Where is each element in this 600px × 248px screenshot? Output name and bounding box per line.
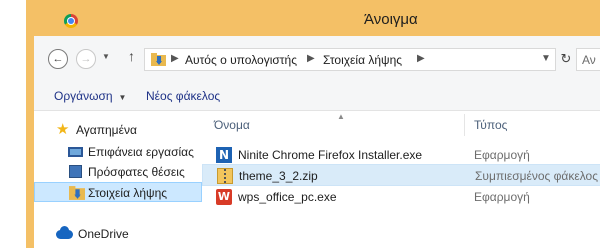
file-name: theme_3_2.zip	[239, 169, 318, 183]
sidebar-item-label: Πρόσφατες θέσεις	[88, 165, 185, 179]
file-list: ▲ Όνομα Τύπος N Ninite Chrome Firefox In…	[202, 112, 600, 248]
new-folder-button[interactable]: Νέος φάκελος	[146, 89, 220, 103]
breadcrumb-separator-icon: ▶	[171, 53, 179, 64]
desktop-icon	[68, 147, 83, 157]
sidebar-item-label: Αγαπημένα	[76, 123, 137, 137]
up-arrow-icon: ↑	[128, 48, 135, 64]
column-divider[interactable]	[464, 114, 465, 136]
sort-ascending-icon: ▲	[337, 112, 345, 121]
forward-button[interactable]: →	[76, 49, 96, 69]
onedrive-icon	[56, 226, 73, 239]
breadcrumb-separator-icon[interactable]: ▶	[417, 53, 425, 64]
navigation-bar: ← → ▼ ↑ ▶ Αυτός ο υπολογιστής ▶ Στοιχεία…	[34, 36, 600, 81]
file-row[interactable]: W wps_office_pc.exe Εφαρμογή	[202, 186, 600, 208]
search-input[interactable]: Αν	[576, 48, 600, 71]
file-type: Εφαρμογή	[474, 190, 530, 204]
breadcrumb-this-pc[interactable]: Αυτός ο υπολογιστής	[185, 53, 297, 67]
sidebar-item-label: Επιφάνεια εργασίας	[88, 145, 194, 159]
address-bar[interactable]: ▶ Αυτός ο υπολογιστής ▶ Στοιχεία λήψης ▶…	[144, 48, 556, 71]
sidebar-item-desktop[interactable]: Επιφάνεια εργασίας	[34, 142, 202, 162]
sidebar-item-recent-places[interactable]: Πρόσφατες θέσεις	[34, 162, 202, 182]
refresh-button[interactable]: ↻	[558, 48, 574, 71]
breadcrumb-downloads[interactable]: Στοιχεία λήψης	[323, 53, 402, 67]
refresh-icon: ↻	[560, 51, 572, 66]
sidebar-item-downloads[interactable]: Στοιχεία λήψης	[34, 182, 202, 202]
star-icon: ★	[56, 121, 70, 138]
downloads-folder-icon	[69, 186, 85, 200]
file-row[interactable]: N Ninite Chrome Firefox Installer.exe Εφ…	[202, 144, 600, 166]
command-bar: Οργάνωση ▼ Νέος φάκελος	[34, 81, 600, 111]
open-dialog: Άνοιγμα ← → ▼ ↑ ▶ Αυτός ο υπολογιστής ▶ …	[0, 0, 600, 248]
address-dropdown-icon[interactable]: ▼	[539, 53, 553, 64]
column-header-name[interactable]: Όνομα	[214, 118, 250, 132]
wps-icon: W	[216, 189, 232, 205]
chevron-down-icon: ▼	[102, 52, 110, 61]
chrome-icon	[64, 14, 78, 28]
forward-arrow-icon: →	[80, 53, 92, 65]
ninite-icon: N	[216, 147, 232, 163]
back-button[interactable]: ←	[48, 49, 68, 69]
search-placeholder: Αν	[582, 53, 596, 67]
sidebar-item-onedrive[interactable]: OneDrive	[34, 224, 202, 244]
window-frame	[26, 36, 34, 248]
downloads-folder-icon	[151, 53, 166, 66]
column-header-type[interactable]: Τύπος	[474, 118, 507, 132]
organize-button[interactable]: Οργάνωση ▼	[54, 89, 126, 103]
file-type: Συμπιεσμένος φάκελος	[475, 169, 598, 183]
file-name: wps_office_pc.exe	[238, 190, 337, 204]
dialog-content: ← → ▼ ↑ ▶ Αυτός ο υπολογιστής ▶ Στοιχεία…	[34, 36, 600, 248]
file-name: Ninite Chrome Firefox Installer.exe	[238, 148, 423, 162]
file-type: Εφαρμογή	[474, 148, 530, 162]
zip-folder-icon	[217, 168, 233, 184]
file-row[interactable]: theme_3_2.zip Συμπιεσμένος φάκελος	[202, 164, 600, 186]
sidebar-item-favorites[interactable]: ★ Αγαπημένα	[34, 120, 202, 140]
organize-label: Οργάνωση	[54, 89, 113, 103]
back-arrow-icon: ←	[52, 53, 64, 65]
navigation-pane: ★ Αγαπημένα Επιφάνεια εργασίας Πρόσφατες…	[34, 112, 202, 248]
sidebar-item-label: OneDrive	[78, 227, 129, 241]
up-button[interactable]: ↑	[128, 48, 135, 64]
breadcrumb-separator-icon[interactable]: ▶	[307, 53, 315, 64]
title-bar[interactable]: Άνοιγμα	[26, 0, 600, 36]
recent-locations-dropdown[interactable]: ▼	[102, 52, 110, 61]
window-title: Άνοιγμα	[364, 11, 418, 28]
chevron-down-icon: ▼	[118, 93, 127, 102]
recent-places-icon	[69, 165, 82, 178]
sidebar-item-label: Στοιχεία λήψης	[88, 186, 168, 200]
